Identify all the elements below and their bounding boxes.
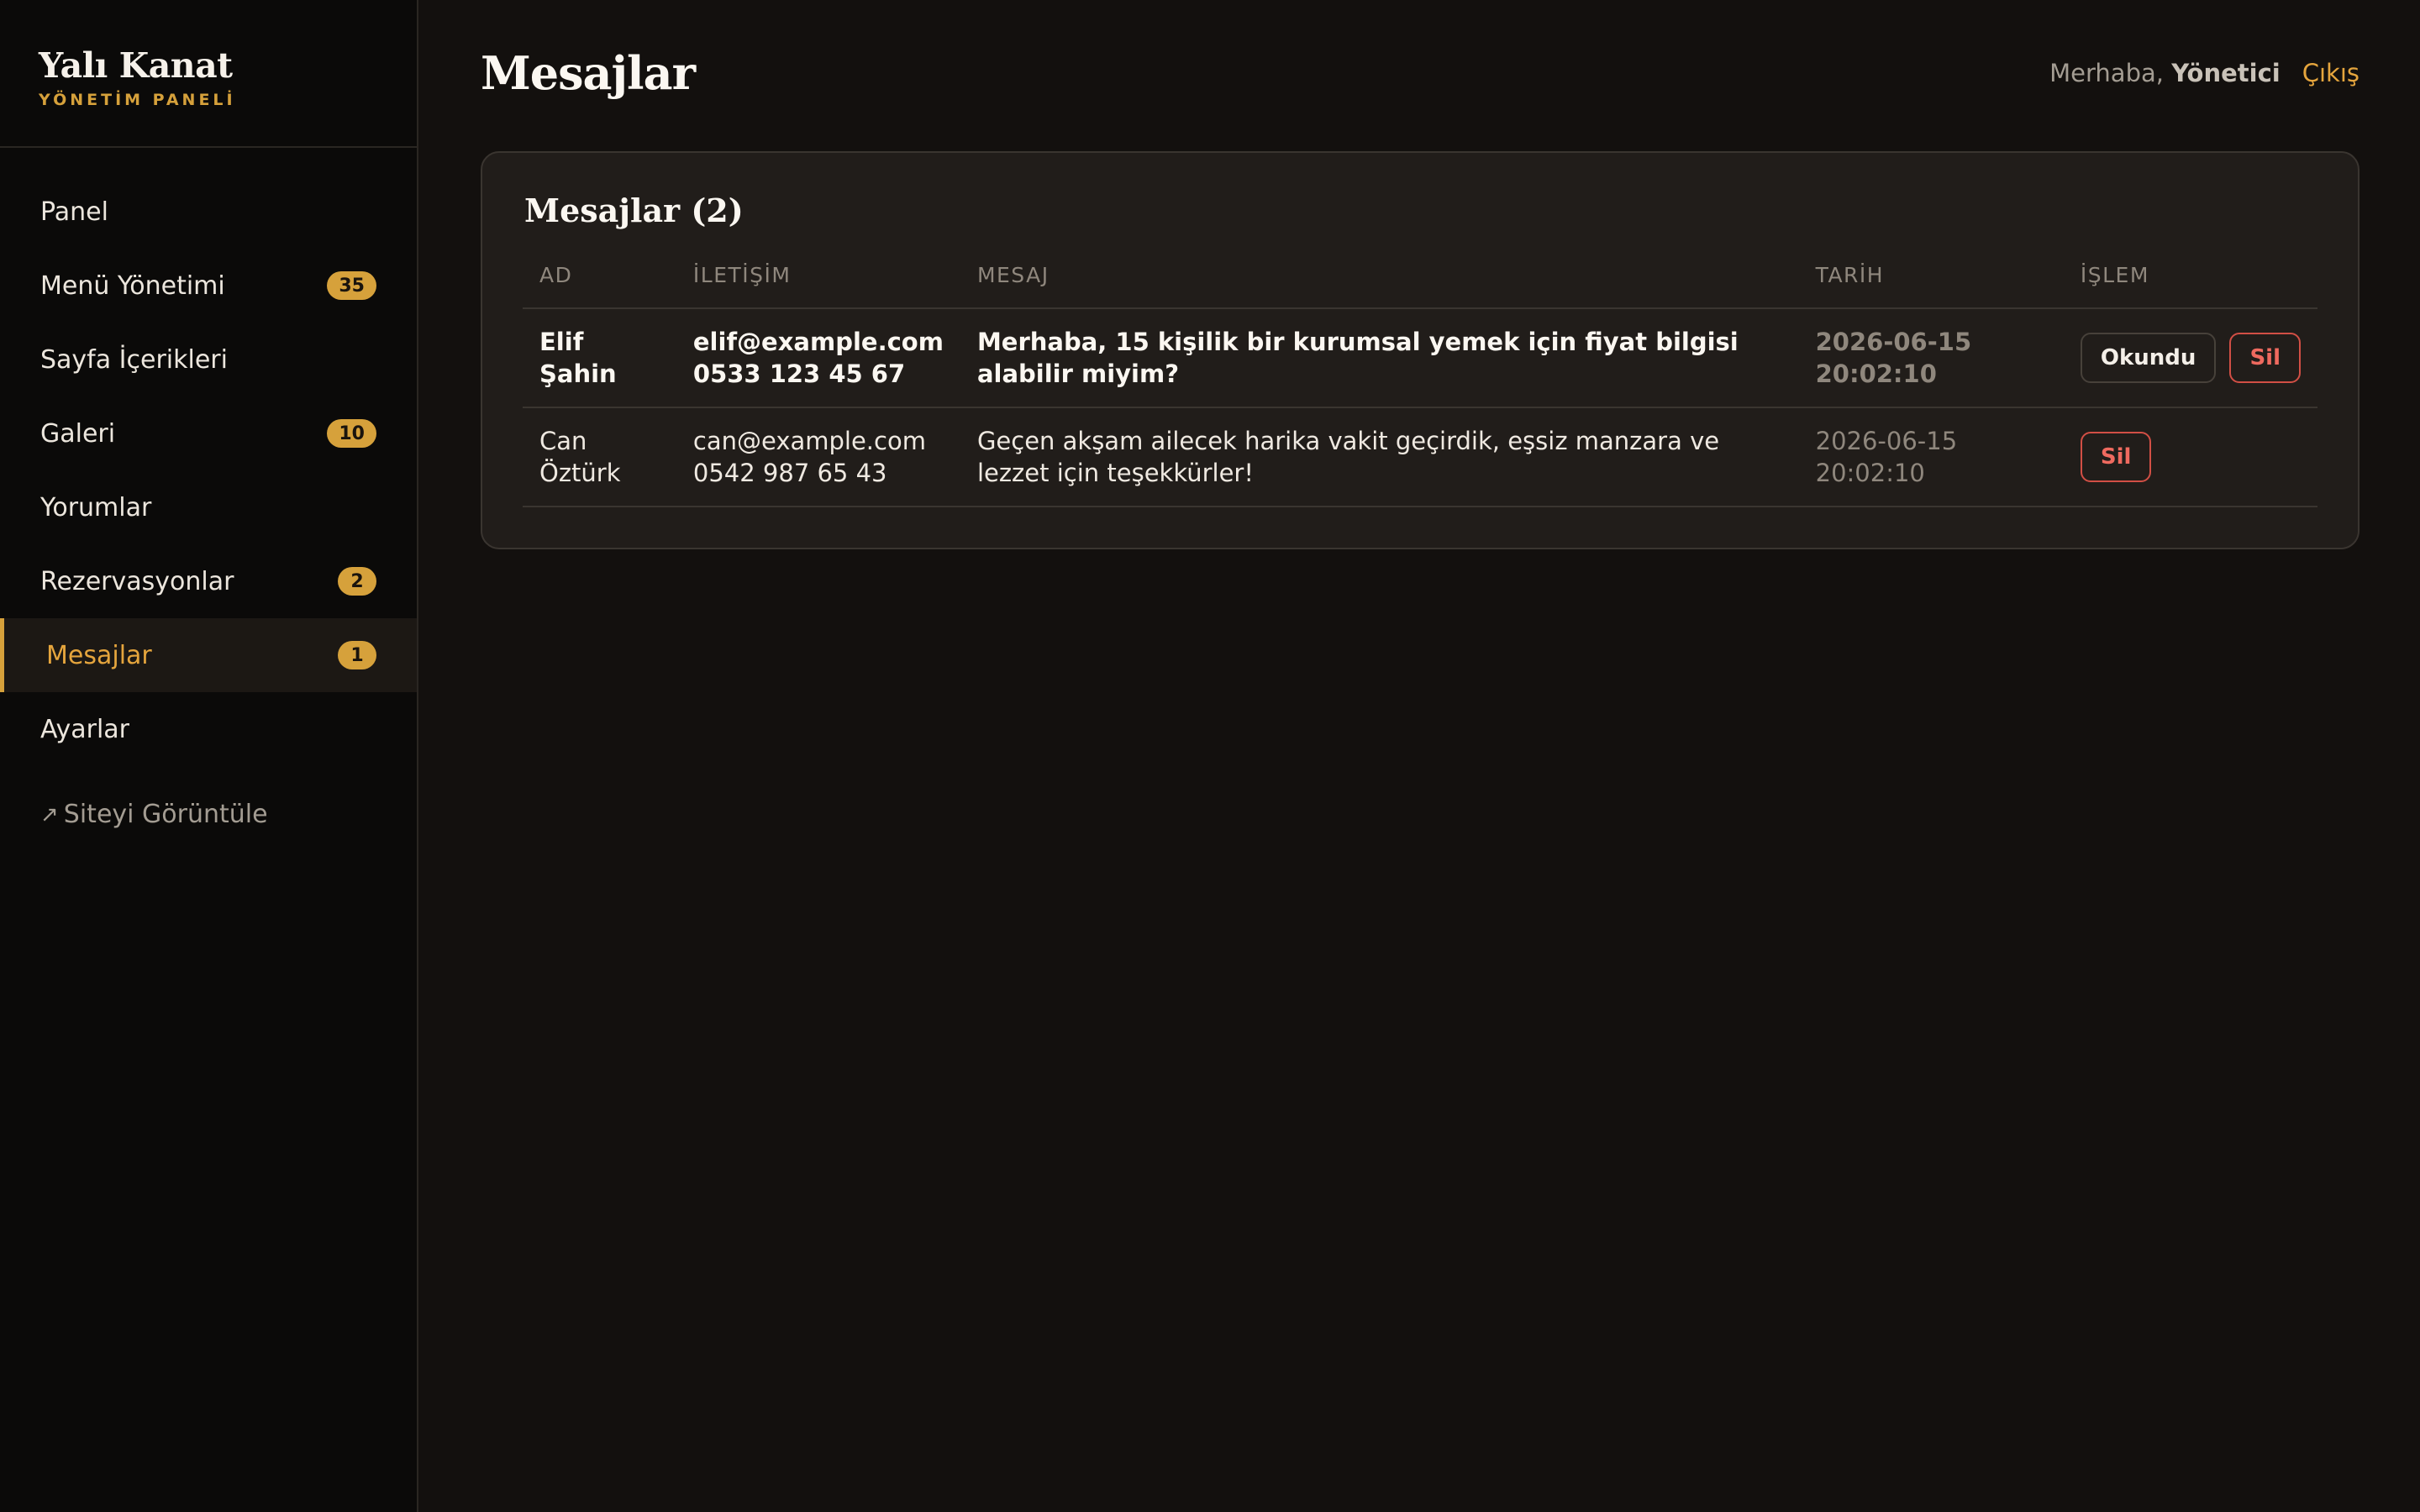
table-header-row: AD İLETİŞİM MESAJ TARİH İŞLEM xyxy=(523,263,2317,309)
column-header-action: İŞLEM xyxy=(2063,263,2317,309)
sidebar-item-panel[interactable]: Panel xyxy=(0,175,417,249)
sender-phone: 0533 123 45 67 xyxy=(692,360,906,388)
message-date: 2026-06-15 20:02:10 xyxy=(1798,407,2064,507)
sidebar-item-label: Ayarlar xyxy=(40,714,130,744)
column-header-contact: İLETİŞİM xyxy=(676,263,960,309)
sender-contact: can@example.com 0542 987 65 43 xyxy=(676,407,960,507)
sidebar-item-label: Menü Yönetimi xyxy=(40,270,225,301)
sidebar-item-menu[interactable]: Menü Yönetimi 35 xyxy=(0,249,417,323)
sender-name: Elif Şahin xyxy=(523,308,676,408)
main-content: Mesajlar Merhaba, Yönetici Çıkış Mesajla… xyxy=(418,0,2420,1512)
brand: Yalı Kanat YÖNETİM PANELİ xyxy=(0,0,417,148)
message-text: Merhaba, 15 kişilik bir kurumsal yemek i… xyxy=(960,308,1799,408)
column-header-message: MESAJ xyxy=(960,263,1799,309)
sender-email: can@example.com xyxy=(692,427,926,455)
admin-app: Yalı Kanat YÖNETİM PANELİ Panel Menü Yön… xyxy=(0,0,2420,1512)
table-row: Elif Şahin elif@example.com 0533 123 45 … xyxy=(523,308,2317,408)
view-site-label: Siteyi Görüntüle xyxy=(63,800,268,829)
sender-name: Can Öztürk xyxy=(523,407,676,507)
topbar: Mesajlar Merhaba, Yönetici Çıkış xyxy=(481,0,2360,151)
logout-link[interactable]: Çıkış xyxy=(2302,59,2360,87)
page-title: Mesajlar xyxy=(481,46,696,100)
brand-subtitle: YÖNETİM PANELİ xyxy=(39,91,236,109)
sidebar-item-label: Sayfa İçerikleri xyxy=(40,344,228,375)
sidebar-item-reviews[interactable]: Yorumlar xyxy=(0,470,417,544)
view-site-link[interactable]: ↗ Siteyi Görüntüle xyxy=(0,800,417,829)
sidebar-item-reservations[interactable]: Rezervasyonlar 2 xyxy=(0,544,417,618)
message-date: 2026-06-15 20:02:10 xyxy=(1798,308,2064,408)
message-text: Geçen akşam ailecek harika vakit geçirdi… xyxy=(960,407,1799,507)
row-actions: Sil xyxy=(2063,407,2317,507)
sidebar-nav: Panel Menü Yönetimi 35 Sayfa İçerikleri … xyxy=(0,148,417,766)
sidebar-item-label: Rezervasyonlar xyxy=(40,566,234,596)
sender-contact: elif@example.com 0533 123 45 67 xyxy=(676,308,960,408)
mark-read-button[interactable]: Okundu xyxy=(2080,333,2217,383)
greeting: Merhaba, Yönetici xyxy=(2049,59,2281,87)
messages-card: Mesajlar (2) AD İLETİŞİM MESAJ TARİH İŞL… xyxy=(481,151,2360,549)
user-name: Yönetici xyxy=(2171,59,2281,87)
external-link-icon: ↗ xyxy=(40,801,59,827)
sidebar-item-label: Mesajlar xyxy=(46,640,152,670)
sidebar-item-label: Galeri xyxy=(40,418,116,449)
brand-title: Yalı Kanat xyxy=(39,45,233,86)
count-badge: 1 xyxy=(338,641,376,669)
column-header-date: TARİH xyxy=(1798,263,2064,309)
sidebar-item-pages[interactable]: Sayfa İçerikleri xyxy=(0,323,417,396)
sidebar-item-label: Panel xyxy=(40,197,108,227)
count-badge: 35 xyxy=(327,271,376,300)
sidebar: Yalı Kanat YÖNETİM PANELİ Panel Menü Yön… xyxy=(0,0,418,1512)
count-badge: 2 xyxy=(338,567,376,596)
delete-button[interactable]: Sil xyxy=(2080,432,2152,482)
column-header-name: AD xyxy=(523,263,676,309)
sidebar-item-gallery[interactable]: Galeri 10 xyxy=(0,396,417,470)
sender-phone: 0542 987 65 43 xyxy=(692,459,887,487)
sidebar-item-label: Yorumlar xyxy=(40,492,152,522)
sidebar-item-messages[interactable]: Mesajlar 1 xyxy=(0,618,417,692)
count-badge: 10 xyxy=(327,419,376,448)
messages-card-title: Mesajlar (2) xyxy=(524,192,744,229)
row-actions: Okundu Sil xyxy=(2063,308,2317,408)
messages-table: AD İLETİŞİM MESAJ TARİH İŞLEM Elif Şahin… xyxy=(523,263,2317,507)
table-row: Can Öztürk can@example.com 0542 987 65 4… xyxy=(523,407,2317,507)
delete-button[interactable]: Sil xyxy=(2229,333,2301,383)
sender-email: elif@example.com xyxy=(692,328,944,356)
greeting-text: Merhaba, xyxy=(2049,59,2164,87)
user-area: Merhaba, Yönetici Çıkış xyxy=(2049,59,2360,87)
sidebar-item-settings[interactable]: Ayarlar xyxy=(0,692,417,766)
